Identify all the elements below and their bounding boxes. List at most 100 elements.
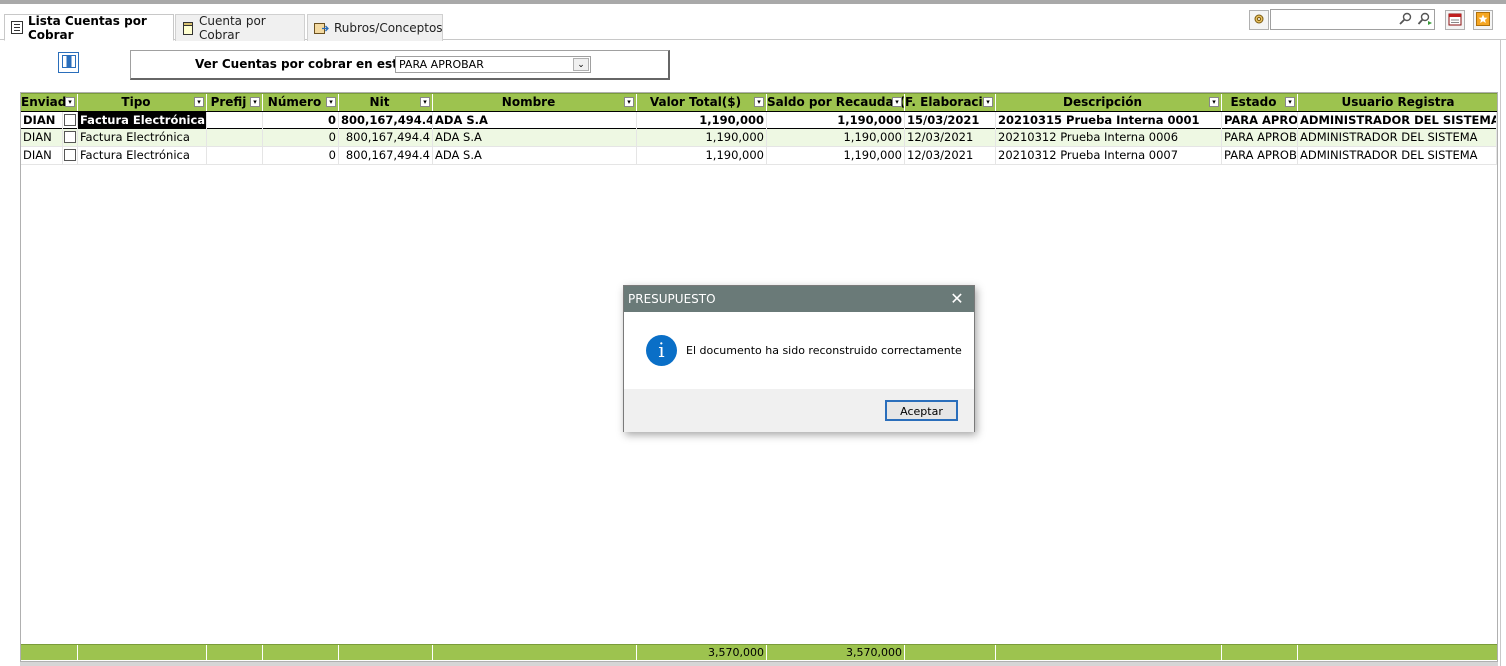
checkbox-icon[interactable] — [64, 149, 76, 161]
column-header-nombre[interactable]: Nombre ▾ — [433, 94, 637, 111]
cell-prefijo — [207, 112, 263, 129]
filter-dropdown-icon[interactable]: ▾ — [892, 97, 902, 107]
column-header-label: Enviad — [21, 95, 67, 109]
filter-dropdown-icon[interactable]: ▾ — [983, 97, 993, 107]
close-icon[interactable]: ✕ — [946, 286, 968, 312]
cell-numero: 0 — [263, 147, 339, 164]
checkbox-icon[interactable] — [64, 114, 76, 126]
rubros-icon — [314, 22, 329, 35]
total-cell — [21, 645, 78, 660]
column-header-label: Estado — [1230, 95, 1277, 109]
total-cell — [433, 645, 637, 660]
column-header-numero[interactable]: Número ▾ — [263, 94, 339, 111]
calendar-button[interactable] — [1445, 10, 1465, 30]
table-row[interactable]: DIAN Factura Electrónica 0 800,167,494.4… — [21, 129, 1497, 147]
cell-nombre: ADA S.A — [433, 112, 637, 129]
checkbox-icon[interactable] — [64, 131, 76, 143]
search-next-icon[interactable] — [1417, 12, 1433, 30]
row-checkbox[interactable] — [63, 147, 78, 164]
cell-fecha: 12/03/2021 — [905, 147, 996, 164]
grid-totals-row: 3,570,000 3,570,000 — [21, 644, 1497, 660]
dialog-title: PRESUPUESTO — [624, 286, 974, 312]
cell-valor-total: 1,190,000 — [637, 112, 767, 129]
cell-estado: PARA APROBA — [1224, 147, 1298, 164]
filter-dropdown-icon[interactable]: ▾ — [250, 97, 260, 107]
grid-header: Enviad ▾ Tipo ▾ Prefij ▾ Número ▾ Nit ▾ Nombr… — [21, 93, 1499, 112]
table-row[interactable]: DIAN Factura Electrónica 0 800,167,494.4… — [21, 111, 1497, 129]
cell-enviado: DIAN — [21, 129, 63, 146]
column-chooser-button[interactable] — [58, 52, 79, 73]
cell-descripcion: 20210312 Prueba Interna 0006 — [996, 129, 1222, 146]
total-cell — [996, 645, 1222, 660]
filter-dropdown-icon[interactable]: ▾ — [1209, 97, 1219, 107]
tab-label: Rubros/Conceptos — [334, 21, 443, 35]
chevron-down-icon[interactable]: ⌄ — [573, 58, 589, 71]
cell-nit: 800,167,494.4 — [339, 129, 433, 146]
message-dialog: PRESUPUESTO ✕ i El documento ha sido rec… — [623, 285, 975, 432]
cell-usuario: ADMINISTRADOR DEL SISTEMA — [1298, 129, 1497, 146]
column-header-label: Prefij — [210, 95, 247, 109]
cell-enviado: DIAN — [21, 112, 63, 129]
cell-usuario: ADMINISTRADOR DEL SISTEMA — [1300, 112, 1497, 129]
filter-dropdown-icon[interactable]: ▾ — [754, 97, 764, 107]
column-header-label: Descripción — [1063, 95, 1142, 109]
estado-select-value: PARA APROBAR — [399, 58, 484, 71]
total-cell — [207, 645, 263, 660]
dialog-footer: Aceptar — [624, 389, 974, 432]
search-field[interactable] — [1270, 9, 1435, 30]
row-checkbox[interactable] — [63, 112, 78, 129]
filter-dropdown-icon[interactable]: ▾ — [420, 97, 430, 107]
column-header-label: Usuario Registra — [1341, 95, 1455, 109]
column-header-prefijo[interactable]: Prefij ▾ — [207, 94, 263, 111]
calendar-icon — [1448, 12, 1462, 29]
tab-rubros-conceptos[interactable]: Rubros/Conceptos — [307, 14, 443, 41]
cell-descripcion: 20210312 Prueba Interna 0007 — [996, 147, 1222, 164]
cell-saldo: 1,190,000 — [767, 129, 905, 146]
column-header-saldo[interactable]: Saldo por Recaudar(▾ — [767, 94, 905, 111]
column-header-estado[interactable]: Estado ▾ — [1222, 94, 1298, 111]
cell-numero: 0 — [263, 129, 339, 146]
filter-dropdown-icon[interactable]: ▾ — [65, 97, 75, 107]
cell-fecha: 12/03/2021 — [905, 129, 996, 146]
cell-tipo: Factura Electrónica — [78, 112, 207, 129]
settings-button[interactable] — [1249, 10, 1269, 30]
table-row[interactable]: DIAN Factura Electrónica 0 800,167,494.4… — [21, 147, 1497, 165]
column-header-nit[interactable]: Nit ▾ — [339, 94, 433, 111]
column-header-enviado[interactable]: Enviad ▾ — [21, 94, 78, 111]
search-input[interactable] — [1271, 10, 1391, 29]
cell-tipo: Factura Electrónica — [78, 129, 207, 146]
column-header-valor-total[interactable]: Valor Total($) ▾ — [637, 94, 767, 111]
column-header-label: Número — [267, 95, 322, 109]
cell-fecha: 15/03/2021 — [905, 112, 996, 129]
row-checkbox[interactable] — [63, 129, 78, 146]
cell-estado: PARA APROBA — [1224, 112, 1298, 129]
favorite-button[interactable] — [1473, 10, 1493, 30]
column-header-usuario[interactable]: Usuario Registra — [1298, 94, 1499, 111]
cell-prefijo — [207, 129, 263, 146]
filter-dropdown-icon[interactable]: ▾ — [624, 97, 634, 107]
filter-dropdown-icon[interactable]: ▾ — [1285, 97, 1295, 107]
total-cell — [1222, 645, 1298, 660]
column-header-label: Nit — [369, 95, 390, 109]
cell-nombre: ADA S.A — [433, 129, 637, 146]
tab-cuenta-por-cobrar[interactable]: Cuenta por Cobrar — [175, 14, 305, 42]
estado-select[interactable]: PARA APROBAR ⌄ — [395, 56, 591, 73]
cell-prefijo — [207, 147, 263, 164]
column-header-tipo[interactable]: Tipo ▾ — [78, 94, 207, 111]
cell-usuario: ADMINISTRADOR DEL SISTEMA — [1298, 147, 1497, 164]
filter-dropdown-icon[interactable]: ▾ — [194, 97, 204, 107]
total-cell — [905, 645, 996, 660]
column-header-descripcion[interactable]: Descripción ▾ — [996, 94, 1222, 111]
column-header-label: Nombre — [501, 95, 556, 109]
filter-dropdown-icon[interactable]: ▾ — [326, 97, 336, 107]
tab-lista-cuentas[interactable]: Lista Cuentas por Cobrar — [4, 14, 174, 42]
cell-nit: 800,167,494.4 — [341, 112, 433, 129]
column-header-fecha[interactable]: F. Elaboracio ▾ — [905, 94, 996, 111]
dialog-message: El documento ha sido reconstruido correc… — [686, 344, 962, 357]
cell-valor-total: 1,190,000 — [637, 147, 767, 164]
star-icon — [1476, 11, 1490, 29]
search-icon[interactable] — [1398, 12, 1412, 30]
aceptar-button[interactable]: Aceptar — [885, 400, 958, 421]
horizontal-scrollbar[interactable] — [20, 662, 1498, 666]
info-icon: i — [646, 335, 677, 366]
